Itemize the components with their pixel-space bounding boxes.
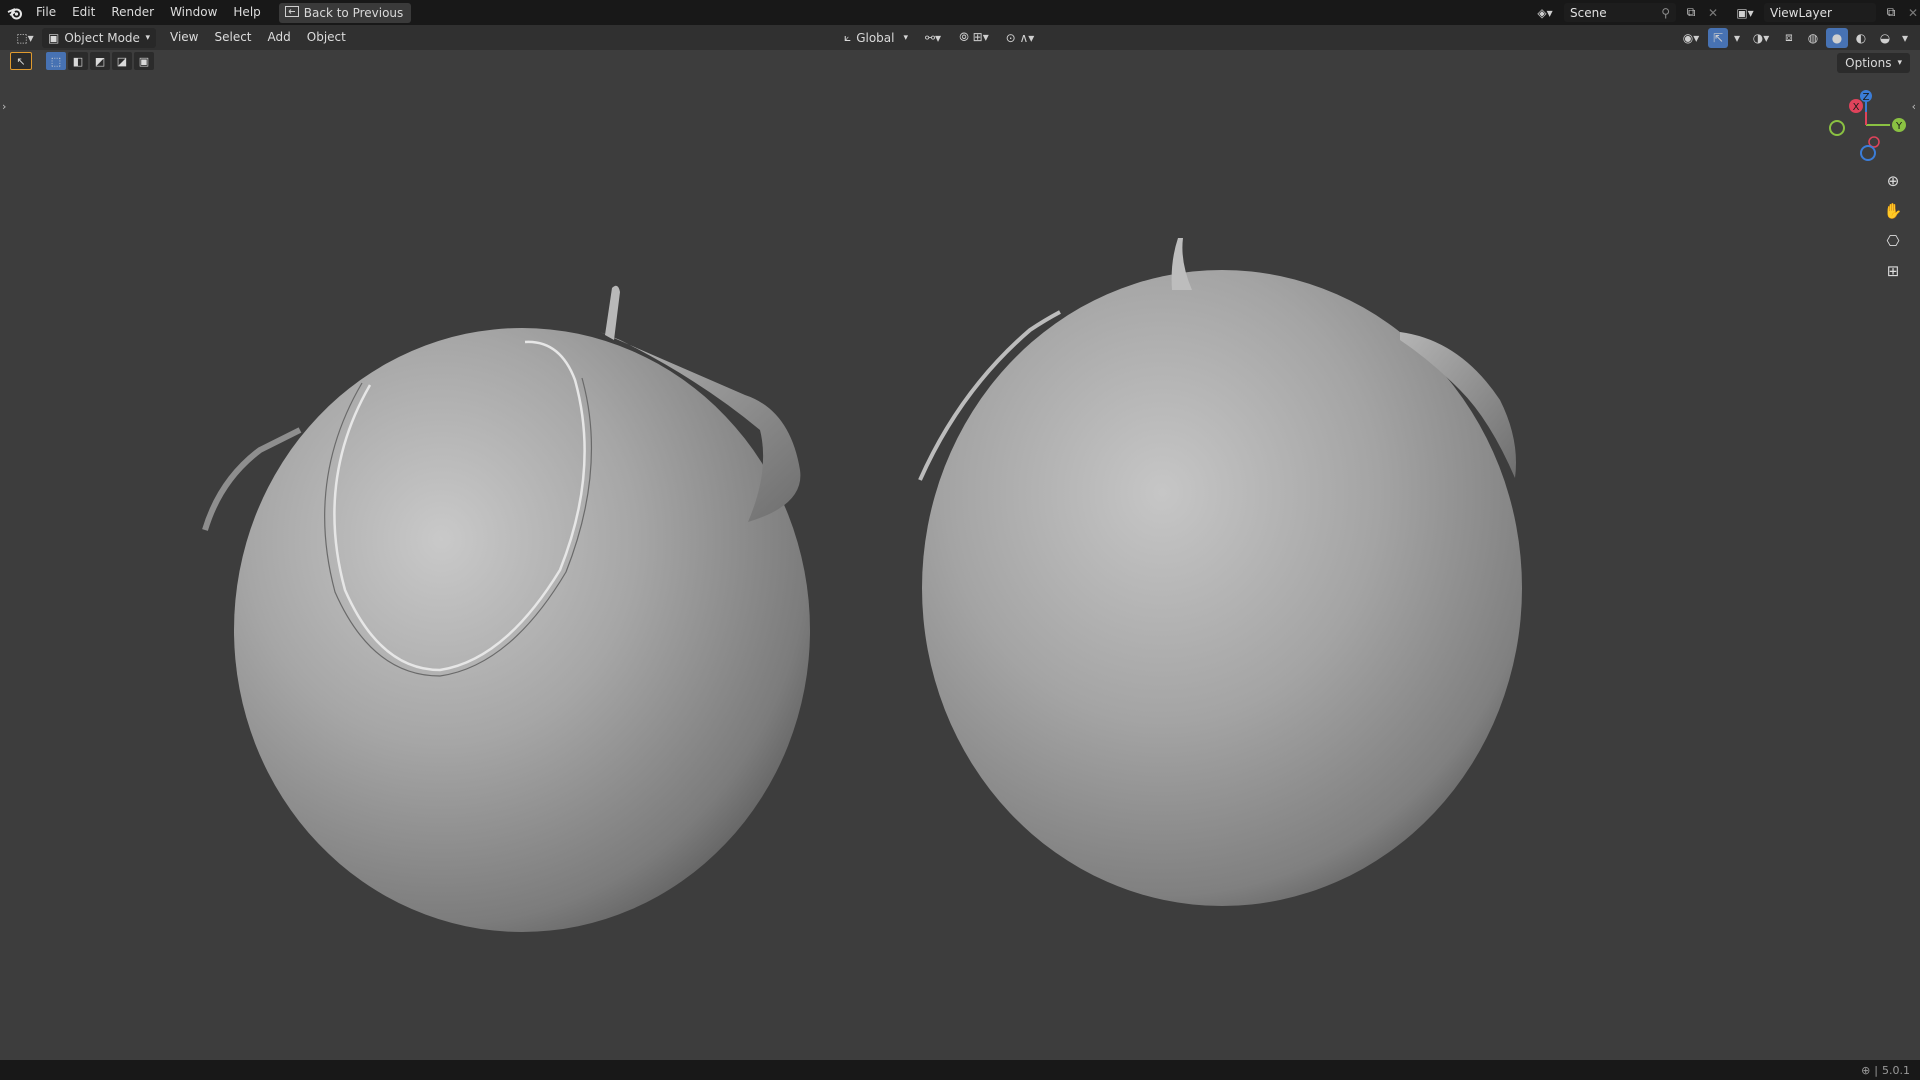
- status-separator: |: [1874, 1063, 1878, 1077]
- view-layer-browse-button[interactable]: ▣▾: [1730, 3, 1760, 23]
- menu-window[interactable]: Window: [162, 0, 225, 25]
- editor-type-icon[interactable]: ⬚▾: [8, 28, 42, 48]
- orientation-icon: ⟀: [844, 30, 852, 44]
- ortho-grid-icon[interactable]: ⊞: [1880, 258, 1906, 284]
- blender-logo-icon[interactable]: [2, 0, 28, 25]
- gizmo-x-label: X: [1853, 102, 1860, 113]
- gizmo-z-label: Z: [1863, 92, 1870, 103]
- object-mode-label: Object Mode: [64, 30, 140, 45]
- solid-shading-icon[interactable]: ●: [1826, 27, 1848, 48]
- chevron-down-icon: ▾: [903, 32, 908, 43]
- left-apple-stem: [605, 285, 620, 340]
- pin-icon[interactable]: ⚲: [1661, 6, 1670, 20]
- top-menu-bar: File Edit Render Window Help Back to Pre…: [0, 0, 1920, 25]
- proportional-edit-icon[interactable]: ⊙ ∧▾: [1000, 28, 1040, 48]
- version-label: 5.0.1: [1882, 1063, 1910, 1077]
- shading-dropdown[interactable]: ▾: [1898, 28, 1912, 48]
- gizmo-neg-y-axis[interactable]: [1829, 120, 1845, 136]
- gizmo-y-label: Y: [1895, 121, 1903, 132]
- back-icon: [284, 3, 299, 23]
- right-apple-model[interactable]: [918, 238, 1522, 906]
- wireframe-shading-icon[interactable]: ◍: [1802, 28, 1824, 48]
- network-icon: ⊕: [1861, 1063, 1871, 1077]
- object-mode-dropdown[interactable]: ▣ Object Mode ▾: [42, 27, 156, 48]
- scene-label: Scene: [1570, 5, 1607, 20]
- menu-render[interactable]: Render: [103, 0, 162, 25]
- menu-edit[interactable]: Edit: [64, 0, 103, 25]
- back-to-previous-label: Back to Previous: [303, 5, 404, 20]
- xray-icon[interactable]: ⧈: [1778, 28, 1800, 48]
- left-apple-model[interactable]: [202, 285, 810, 932]
- new-view-layer-icon[interactable]: ⧉: [1880, 3, 1902, 23]
- transform-tools: ⟀ Global ▾ ⚯▾ ⦾ ⊞▾ ⊙ ∧▾: [838, 25, 1040, 50]
- right-apple-body: [922, 270, 1522, 906]
- viewport-header: ⬚▾ ▣ Object Mode ▾ View Select Add Objec…: [0, 25, 1920, 50]
- close-icon[interactable]: ✕: [1706, 3, 1720, 23]
- menu-help[interactable]: Help: [225, 0, 268, 25]
- snap-icon[interactable]: ⦾ ⊞▾: [952, 28, 996, 48]
- camera-view-icon[interactable]: ⎔: [1880, 228, 1906, 254]
- navigation-gizmo[interactable]: X Z Y: [1820, 88, 1915, 163]
- pivot-icon[interactable]: ⚯▾: [918, 28, 948, 48]
- overlay-icon[interactable]: ◑▾: [1746, 28, 1776, 48]
- gizmo-dropdown[interactable]: ▾: [1730, 28, 1744, 48]
- object-mode-icon: ▣: [48, 30, 60, 45]
- menu-view[interactable]: View: [162, 25, 206, 50]
- rendered-shading-icon[interactable]: ◒: [1874, 28, 1896, 48]
- view-layer-label: ViewLayer: [1770, 5, 1832, 20]
- status-bar: ⊕ | 5.0.1: [0, 1060, 1920, 1080]
- view-layer-icon: ▣▾: [1736, 5, 1754, 20]
- menu-file[interactable]: File: [28, 0, 64, 25]
- menu-object[interactable]: Object: [299, 25, 354, 50]
- visibility-icon[interactable]: ◉▾: [1676, 28, 1706, 48]
- transform-orientation-dropdown[interactable]: ⟀ Global ▾: [838, 27, 914, 48]
- orientation-label: Global: [856, 30, 895, 45]
- gizmo-icon[interactable]: ⇱: [1708, 27, 1728, 48]
- menu-add[interactable]: Add: [260, 25, 299, 50]
- new-scene-icon[interactable]: ⧉: [1680, 3, 1702, 23]
- material-shading-icon[interactable]: ◐: [1850, 28, 1872, 48]
- pan-hand-icon[interactable]: ✋: [1880, 198, 1906, 224]
- scene-browse-button[interactable]: ◈▾: [1530, 3, 1560, 23]
- scene-selectors: ◈▾ Scene ⚲ ⧉ ✕ ▣▾ ViewLayer ⧉ ✕: [1530, 0, 1920, 25]
- back-to-previous-button[interactable]: Back to Previous: [278, 2, 412, 23]
- view-layer-name-field[interactable]: ViewLayer: [1764, 3, 1876, 22]
- zoom-icon[interactable]: ⊕: [1880, 168, 1906, 194]
- scene-icon: ◈▾: [1537, 5, 1553, 20]
- 3d-viewport[interactable]: [0, 50, 1920, 1060]
- close-view-layer-icon[interactable]: ✕: [1906, 3, 1920, 23]
- gizmo-neg-z-axis[interactable]: [1860, 145, 1876, 161]
- scene-name-field[interactable]: Scene ⚲: [1564, 3, 1676, 22]
- chevron-down-icon: ▾: [145, 32, 150, 43]
- viewport-display-tools: ◉▾ ⇱ ▾ ◑▾ ⧈ ◍ ● ◐ ◒ ▾: [1676, 25, 1912, 50]
- menu-select[interactable]: Select: [206, 25, 259, 50]
